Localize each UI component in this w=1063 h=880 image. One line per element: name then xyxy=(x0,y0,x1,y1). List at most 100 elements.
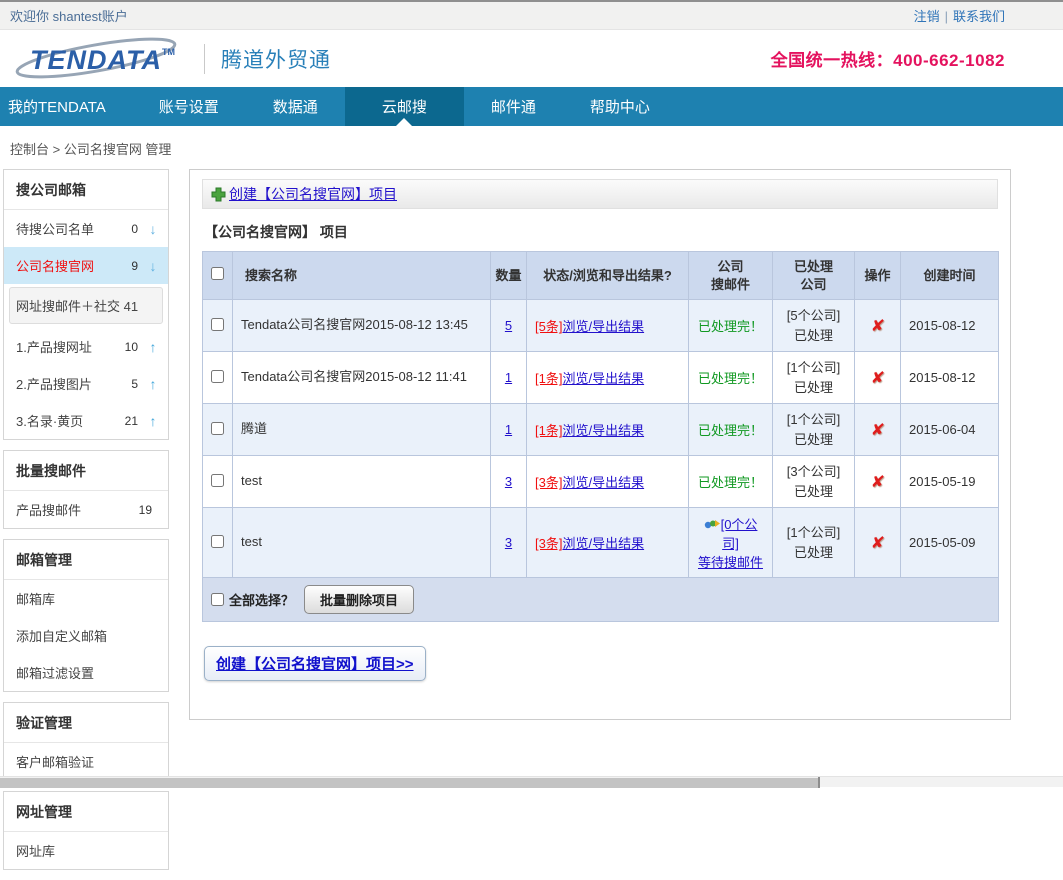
created-date: 2015-08-12 xyxy=(901,300,999,352)
sidebar: 搜公司邮箱 待搜公司名单 0 ↓ 公司名搜官网 9 ↓ 网址搜邮件＋社交 41 … xyxy=(3,169,169,880)
nav-item-data-hub[interactable]: 数据通 xyxy=(246,87,345,126)
status-count-link[interactable]: [3条] xyxy=(535,475,562,490)
mail-status-done: 已处理完！ xyxy=(698,371,763,386)
status-count-link[interactable]: [1条] xyxy=(535,371,562,386)
header-checkbox-cell xyxy=(203,252,233,300)
item-count: 5 xyxy=(131,377,138,391)
table-row: Tendata公司名搜官网2015-08-12 11:41 1 [1条]浏览/导… xyxy=(203,352,999,404)
topbar-links: 注销|联系我们 xyxy=(914,6,1005,25)
contact-us-link[interactable]: 联系我们 xyxy=(953,9,1005,24)
item-count: 19 xyxy=(139,503,152,517)
sidebar-section-title: 批量搜邮件 xyxy=(4,451,168,491)
delete-icon[interactable]: ✘ xyxy=(870,316,886,336)
sidebar-section-title: 验证管理 xyxy=(4,703,168,743)
product-name: 腾道外贸通 xyxy=(221,44,331,74)
scrollbar-divider xyxy=(818,777,820,788)
sidebar-item-url-library[interactable]: 网址库 xyxy=(4,832,168,869)
sidebar-section-title: 网址管理 xyxy=(4,792,168,832)
main-panel: 创建【公司名搜官网】项目 【公司名搜官网】 项目 搜索名称 数量 状态/浏览和导… xyxy=(189,169,1011,720)
created-date: 2015-08-12 xyxy=(901,352,999,404)
arrow-down-icon: ↓ xyxy=(146,258,160,274)
logout-link[interactable]: 注销 xyxy=(914,9,940,24)
select-all-header-checkbox[interactable] xyxy=(211,267,224,280)
sidebar-section-mailbox-management: 邮箱管理 邮箱库 添加自定义邮箱 邮箱过滤设置 xyxy=(3,539,169,692)
view-export-link[interactable]: 浏览/导出结果 xyxy=(562,371,644,386)
sidebar-item-url-search-mail-social[interactable]: 网址搜邮件＋社交 41 xyxy=(9,287,163,324)
header-divider xyxy=(204,44,205,74)
sidebar-item-pending-company-list[interactable]: 待搜公司名单 0 ↓ xyxy=(4,210,168,247)
table-row: 腾道 1 [1条]浏览/导出结果 已处理完！ [1个公司] 已处理 ✘ 2015… xyxy=(203,404,999,456)
batch-delete-button[interactable]: 批量删除项目 xyxy=(304,585,414,614)
quantity-link[interactable]: 3 xyxy=(505,474,512,489)
item-count: 9 xyxy=(131,259,138,273)
col-search-name: 搜索名称 xyxy=(233,252,491,300)
created-date: 2015-05-19 xyxy=(901,456,999,508)
delete-icon[interactable]: ✘ xyxy=(870,533,886,553)
projects-section-title: 【公司名搜官网】 项目 xyxy=(204,222,998,242)
sidebar-item-add-custom-mailbox[interactable]: 添加自定义邮箱 xyxy=(4,617,168,654)
row-checkbox[interactable] xyxy=(211,318,224,331)
row-checkbox[interactable] xyxy=(211,422,224,435)
row-checkbox[interactable] xyxy=(211,370,224,383)
project-name: Tendata公司名搜官网2015-08-12 11:41 xyxy=(233,352,491,404)
created-date: 2015-05-09 xyxy=(901,508,999,578)
sidebar-item-mailbox-filter-settings[interactable]: 邮箱过滤设置 xyxy=(4,654,168,691)
nav-item-cloud-mail-search[interactable]: 云邮搜 xyxy=(345,87,464,126)
view-export-link[interactable]: 浏览/导出结果 xyxy=(562,319,644,334)
processed-count: [1个公司] xyxy=(781,358,846,378)
waiting-search-link[interactable]: 等待搜邮件 xyxy=(698,555,763,570)
row-checkbox[interactable] xyxy=(211,474,224,487)
sidebar-item-product-search-mail[interactable]: 产品搜邮件 19 xyxy=(4,491,168,528)
table-row: test 3 [3条]浏览/导出结果 已处理完！ [3个公司] 已处理 ✘ 20… xyxy=(203,456,999,508)
create-project-bar: 创建【公司名搜官网】项目 xyxy=(202,179,998,209)
processed-label: 已处理 xyxy=(781,543,846,563)
sidebar-section-title: 搜公司邮箱 xyxy=(4,170,168,210)
sidebar-item-customer-email-verification[interactable]: 客户邮箱验证 xyxy=(4,743,168,780)
delete-icon[interactable]: ✘ xyxy=(870,472,886,492)
quantity-link[interactable]: 1 xyxy=(505,422,512,437)
select-all-checkbox[interactable] xyxy=(211,593,224,606)
table-header-row: 搜索名称 数量 状态/浏览和导出结果? 公司 搜邮件 已处理 公司 操作 创建时… xyxy=(203,252,999,300)
col-status: 状态/浏览和导出结果? xyxy=(527,252,689,300)
view-export-link[interactable]: 浏览/导出结果 xyxy=(562,536,644,551)
sidebar-item-mailbox-library[interactable]: 邮箱库 xyxy=(4,580,168,617)
project-name: test xyxy=(233,456,491,508)
view-export-link[interactable]: 浏览/导出结果 xyxy=(562,423,644,438)
sidebar-item-product-search-image[interactable]: 2.产品搜图片 5 ↑ xyxy=(4,365,168,402)
create-project-button[interactable]: 创建【公司名搜官网】项目>> xyxy=(204,646,426,681)
content: 搜公司邮箱 待搜公司名单 0 ↓ 公司名搜官网 9 ↓ 网址搜邮件＋社交 41 … xyxy=(0,169,1063,880)
nav-item-mail-hub[interactable]: 邮件通 xyxy=(464,87,563,126)
arrow-up-icon: ↑ xyxy=(146,413,160,429)
table-row: Tendata公司名搜官网2015-08-12 13:45 5 [5条]浏览/导… xyxy=(203,300,999,352)
arrow-up-icon: ↑ xyxy=(146,339,160,355)
view-export-link[interactable]: 浏览/导出结果 xyxy=(562,475,644,490)
quantity-link[interactable]: 1 xyxy=(505,370,512,385)
row-checkbox[interactable] xyxy=(211,535,224,548)
green-plus-icon xyxy=(211,187,226,202)
topbar: 欢迎你 shantest账户 注销|联系我们 xyxy=(0,2,1063,30)
processed-count: [3个公司] xyxy=(781,462,846,482)
mail-status-done: 已处理完！ xyxy=(698,423,763,438)
breadcrumb: 控制台 > 公司名搜官网 管理 xyxy=(0,126,1063,169)
horizontal-scrollbar[interactable] xyxy=(0,776,1063,787)
quantity-link[interactable]: 5 xyxy=(505,318,512,333)
create-project-link[interactable]: 创建【公司名搜官网】项目 xyxy=(229,184,397,204)
delete-icon[interactable]: ✘ xyxy=(870,368,886,388)
main-nav: 我的TENDATA 账号设置 数据通 云邮搜 邮件通 帮助中心 xyxy=(0,87,1063,126)
quantity-link[interactable]: 3 xyxy=(505,535,512,550)
status-count-link[interactable]: [5条] xyxy=(535,319,562,334)
status-count-link[interactable]: [1条] xyxy=(535,423,562,438)
nav-item-help-center[interactable]: 帮助中心 xyxy=(563,87,677,126)
sidebar-item-company-name-search[interactable]: 公司名搜官网 9 ↓ xyxy=(4,247,168,284)
nav-item-account-settings[interactable]: 账号设置 xyxy=(132,87,246,126)
waiting-count-link[interactable]: [0个公司] xyxy=(721,517,758,551)
col-action: 操作 xyxy=(855,252,901,300)
project-name: 腾道 xyxy=(233,404,491,456)
processed-label: 已处理 xyxy=(781,378,846,398)
status-count-link[interactable]: [3条] xyxy=(535,536,562,551)
sidebar-item-product-search-url[interactable]: 1.产品搜网址 10 ↑ xyxy=(4,328,168,365)
sidebar-item-directory-yellowpages[interactable]: 3.名录·黄页 21 ↑ xyxy=(4,402,168,439)
nav-item-my-tendata[interactable]: 我的TENDATA xyxy=(0,87,132,126)
hotline-text: 全国统一热线：400-662-1082 xyxy=(771,46,1005,71)
delete-icon[interactable]: ✘ xyxy=(870,420,886,440)
